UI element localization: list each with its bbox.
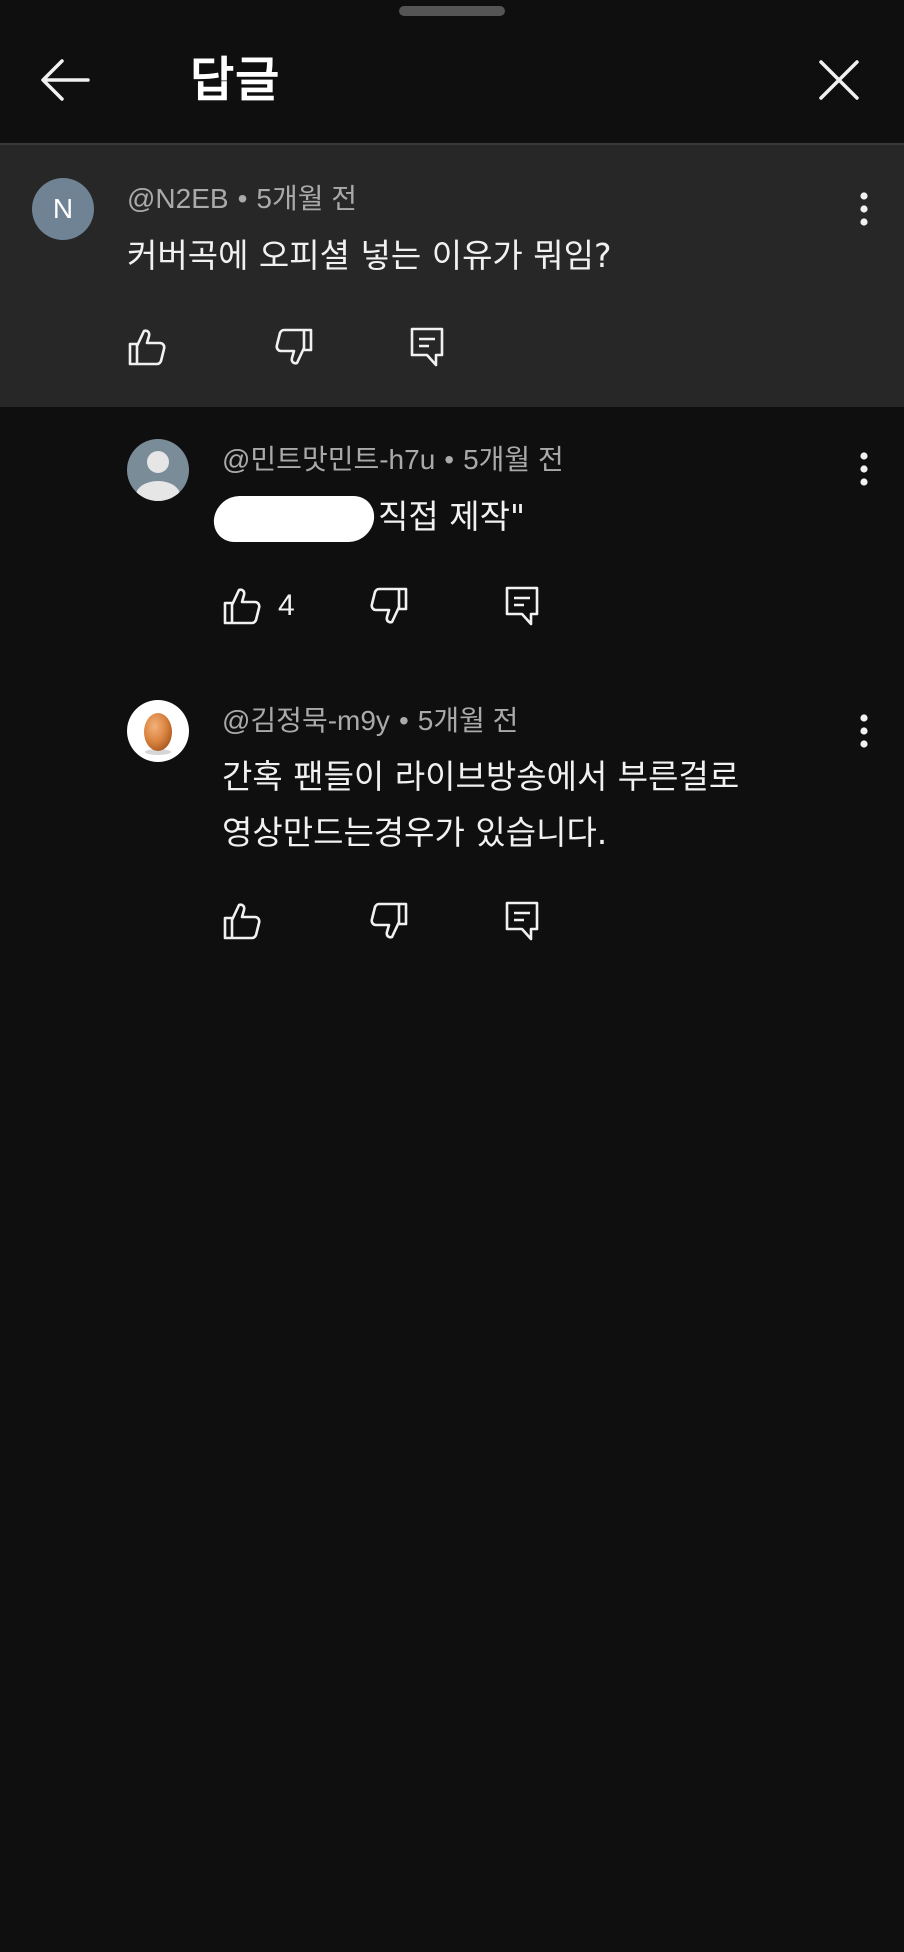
comment-time: 5개월 전 (463, 444, 564, 475)
like-count: 4 (278, 589, 295, 622)
thumb-up-icon (223, 903, 261, 940)
close-button[interactable] (804, 46, 874, 114)
comment-text: 간혹 팬들이 라이브방송에서 부른걸로 영상만드는경우가 있습니다. (222, 749, 739, 861)
comment-actions (127, 319, 467, 375)
comment-text-visible: 직접 제작" (378, 497, 526, 536)
comment-reply-icon (410, 327, 444, 367)
comment-reply-icon (505, 901, 539, 941)
dislike-button[interactable] (274, 319, 314, 375)
reply-button[interactable] (504, 578, 540, 634)
comment-meta: @민트맛민트-h7u • 5개월 전 (222, 442, 564, 478)
meta-separator: • (444, 444, 455, 475)
close-icon (819, 60, 859, 100)
more-button[interactable] (846, 703, 882, 759)
meta-separator: • (398, 705, 409, 736)
comment-actions: 4 (222, 578, 562, 634)
arrow-left-icon (41, 59, 90, 101)
parent-comment: N @N2EB • 5개월 전 커버곡에 오피셜 넣는 이유가 뭐임? (0, 145, 904, 407)
comment-text: 커버곡에 오피셜 넣는 이유가 뭐임? (127, 236, 612, 275)
comment-text: 직접 제작" (211, 489, 526, 545)
default-avatar-icon (136, 451, 180, 501)
comment-reply-icon (505, 586, 539, 626)
page-title: 답글 (190, 52, 281, 108)
reply-button[interactable] (409, 319, 445, 375)
meta-separator: • (237, 183, 248, 214)
avatar[interactable] (127, 700, 189, 762)
back-button[interactable] (30, 46, 100, 114)
avatar[interactable] (127, 439, 189, 501)
like-button[interactable]: 4 (222, 578, 295, 634)
comment-author[interactable]: @민트맛민트-h7u (222, 444, 435, 475)
comment-meta: @N2EB • 5개월 전 (127, 181, 357, 217)
thumb-up-icon (223, 588, 261, 625)
like-button[interactable] (127, 319, 183, 375)
comment-text-line: 간혹 팬들이 라이브방송에서 부른걸로 (222, 757, 740, 796)
comment-text-line: 영상만드는경우가 있습니다. (222, 813, 608, 852)
avatar-letter: N (52, 193, 74, 224)
more-vert-icon (860, 452, 868, 486)
thumb-down-icon (370, 902, 408, 939)
header: 답글 (0, 0, 904, 145)
redaction-mark (211, 495, 377, 542)
egg-avatar-icon (144, 713, 172, 755)
like-button[interactable] (222, 893, 278, 949)
comment-actions (222, 893, 562, 949)
comment-time: 5개월 전 (417, 705, 519, 736)
comment-author[interactable]: @김정묵-m9y (222, 705, 390, 736)
reply-button[interactable] (504, 893, 540, 949)
dislike-button[interactable] (369, 893, 409, 949)
dislike-button[interactable] (369, 578, 409, 634)
comment-time: 5개월 전 (256, 183, 358, 214)
more-vert-icon (860, 714, 868, 748)
more-button[interactable] (846, 441, 882, 497)
thumb-down-icon (370, 587, 408, 624)
avatar[interactable]: N (32, 178, 94, 240)
more-vert-icon (860, 192, 868, 226)
reply-comment: @민트맛민트-h7u • 5개월 전 직접 제작" 4 (0, 407, 904, 667)
thumb-down-icon (275, 328, 313, 365)
more-button[interactable] (846, 181, 882, 237)
reply-comment: @김정묵-m9y • 5개월 전 간혹 팬들이 라이브방송에서 부른걸로 영상만드는… (0, 667, 904, 987)
comment-meta: @김정묵-m9y • 5개월 전 (222, 703, 518, 739)
thumb-up-icon (128, 329, 166, 366)
drag-handle[interactable] (399, 6, 505, 16)
comment-author[interactable]: @N2EB (127, 183, 229, 214)
